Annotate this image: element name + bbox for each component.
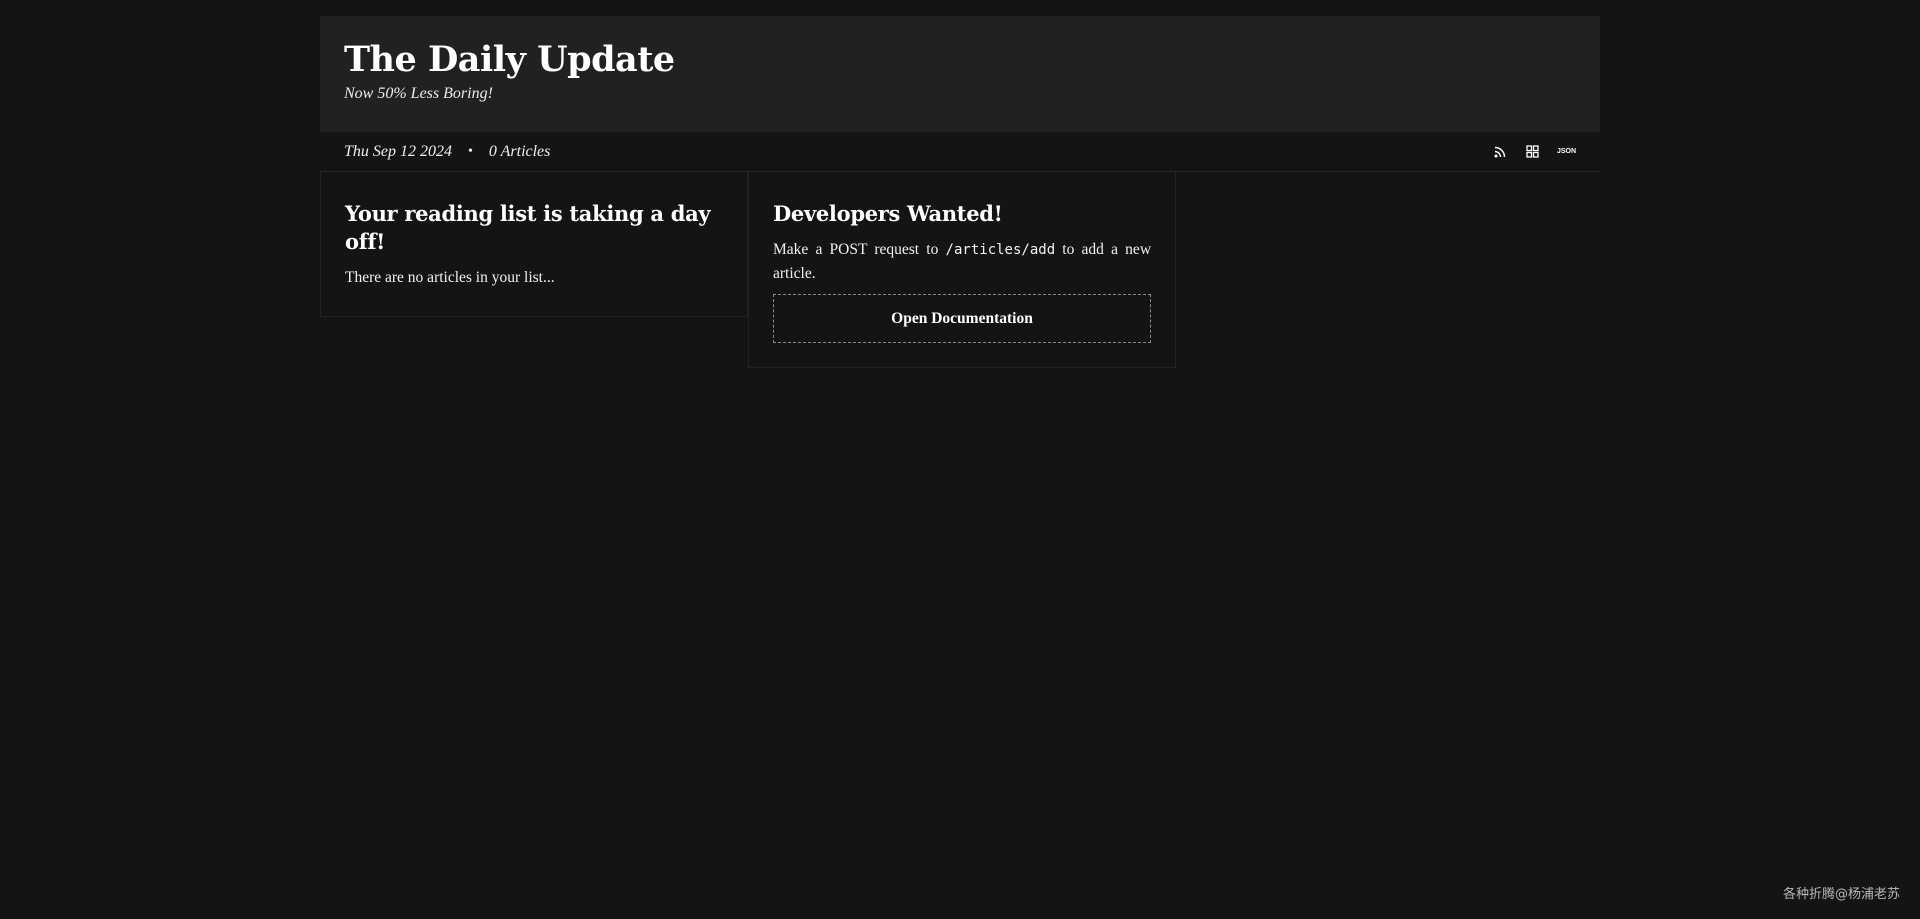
masthead: The Daily Update Now 50% Less Boring!: [320, 16, 1600, 132]
developers-heading: Developers Wanted!: [773, 201, 1003, 226]
article-count: 0 Articles: [488, 142, 551, 160]
site-tagline: Now 50% Less Boring!: [344, 85, 493, 102]
meta-separator: •: [468, 143, 473, 159]
watermark: 各种折腾@杨浦老苏: [1782, 887, 1900, 902]
developers-message-start: Make a POST request to: [773, 241, 946, 258]
developers-message: Make a POST request to /articles/add to …: [773, 238, 1151, 286]
developers-card: Developers Wanted! Make a POST request t…: [748, 172, 1176, 368]
rss-icon[interactable]: [1493, 144, 1509, 160]
feed-links: JSON: [1493, 144, 1576, 160]
endpoint-code: /articles/add: [945, 242, 1056, 258]
grid-icon[interactable]: [1525, 144, 1541, 160]
meta-bar: Thu Sep 12 2024 • 0 Articles JSON: [320, 132, 1600, 172]
empty-list-message: There are no articles in your list...: [345, 269, 555, 286]
empty-list-heading: Your reading list is taking a day off!: [345, 201, 711, 254]
open-documentation-button[interactable]: Open Documentation: [773, 294, 1151, 343]
json-icon[interactable]: JSON: [1557, 144, 1576, 160]
empty-reading-list-card: Your reading list is taking a day off! T…: [320, 172, 748, 317]
site-title[interactable]: The Daily Update: [344, 38, 1576, 82]
page-container: The Daily Update Now 50% Less Boring! Th…: [320, 16, 1600, 368]
card-row: Your reading list is taking a day off! T…: [320, 172, 1600, 368]
current-date: Thu Sep 12 2024: [344, 142, 452, 160]
